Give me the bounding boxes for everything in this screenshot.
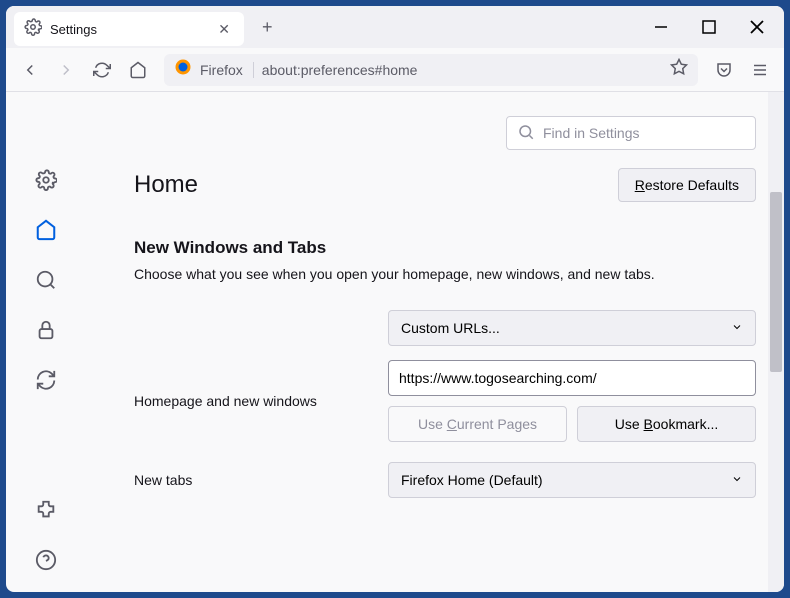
app-menu-button[interactable] [744,54,776,86]
sidebar-privacy-icon[interactable] [34,318,58,342]
tab-close-button[interactable]: ✕ [214,19,234,40]
sidebar-home-icon[interactable] [34,218,58,242]
firefox-icon [174,58,192,81]
urlbar-brand: Firefox [200,62,254,78]
page-title: Home [134,171,198,199]
vertical-scrollbar[interactable] [768,92,784,592]
content-area: Find in Settings Home Restore Defaults N… [6,92,784,592]
restore-defaults-button[interactable]: Restore Defaults [618,168,756,202]
tab-settings[interactable]: Settings ✕ [14,12,244,46]
minimize-button[interactable] [638,6,684,48]
sidebar-general-icon[interactable] [34,168,58,192]
newtabs-mode-select[interactable]: Firefox Home (Default) [388,462,756,498]
search-icon [517,123,535,144]
search-placeholder: Find in Settings [543,125,640,141]
close-window-button[interactable] [734,6,780,48]
forward-button[interactable] [50,54,82,86]
new-tab-button[interactable]: + [254,13,281,42]
newtabs-label: New tabs [134,472,374,488]
use-bookmark-button[interactable]: Use Bookmark... [577,406,756,442]
homepage-label: Homepage and new windows [134,393,374,409]
chevron-down-icon [731,472,743,488]
scroll-thumb[interactable] [770,192,782,372]
tab-bar: Settings ✕ + [6,6,784,48]
select-value: Firefox Home (Default) [401,472,543,488]
settings-sidebar [6,92,86,592]
firefox-window: Settings ✕ + Firefox about:preferences#h… [6,6,784,592]
sidebar-extensions-icon[interactable] [34,498,58,522]
tab-title: Settings [50,22,206,37]
sidebar-sync-icon[interactable] [34,368,58,392]
bookmark-star-icon[interactable] [670,58,688,81]
gear-icon [24,18,42,41]
section-heading: New Windows and Tabs [134,238,756,258]
sidebar-search-icon[interactable] [34,268,58,292]
settings-search-input[interactable]: Find in Settings [506,116,756,150]
use-current-pages-button[interactable]: Use Current Pages [388,406,567,442]
urlbar-url: about:preferences#home [262,62,662,78]
sidebar-help-icon[interactable] [34,548,58,572]
window-controls [638,6,780,48]
select-value: Custom URLs... [401,320,500,336]
homepage-mode-select[interactable]: Custom URLs... [388,310,756,346]
section-description: Choose what you see when you open your h… [134,266,756,282]
back-button[interactable] [14,54,46,86]
settings-main: Find in Settings Home Restore Defaults N… [86,92,784,592]
url-bar[interactable]: Firefox about:preferences#home [164,54,698,86]
toolbar: Firefox about:preferences#home [6,48,784,92]
homepage-url-input[interactable] [388,360,756,396]
home-button[interactable] [122,54,154,86]
pocket-button[interactable] [708,54,740,86]
chevron-down-icon [731,320,743,336]
maximize-button[interactable] [686,6,732,48]
reload-button[interactable] [86,54,118,86]
